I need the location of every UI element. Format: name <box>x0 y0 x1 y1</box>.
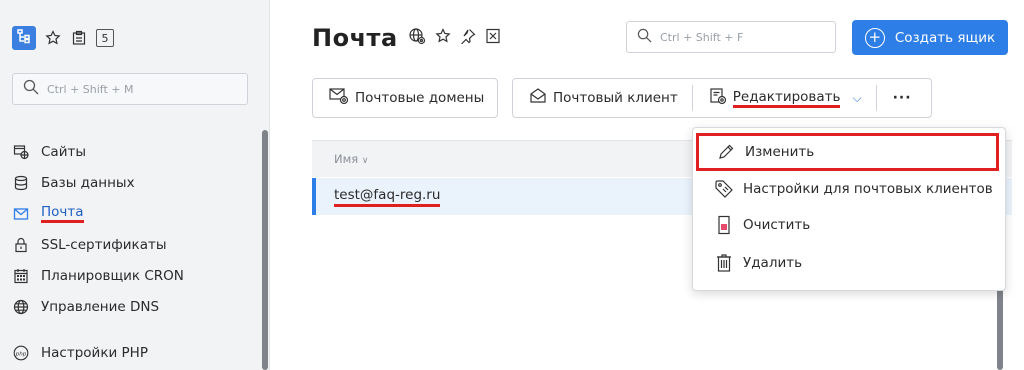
chevron-down-icon: ⌵ <box>852 90 862 105</box>
menu-item-label: Удалить <box>743 255 803 271</box>
excel-export-icon[interactable] <box>485 28 501 48</box>
title-actions <box>408 27 501 49</box>
sidebar-item-mail[interactable]: Почта <box>12 198 252 229</box>
sites-icon <box>12 143 29 160</box>
search-icon <box>637 28 652 47</box>
edit-settings-icon <box>709 87 727 109</box>
column-header-name[interactable]: Имя ∨ <box>334 152 368 166</box>
sidebar-search-input[interactable]: Ctrl + Shift + M <box>12 73 248 105</box>
edit-dropdown-button[interactable]: Редактировать ⌵ <box>693 79 876 117</box>
mail-client-label: Почтовый клиент <box>553 90 678 106</box>
calendar-icon <box>12 267 29 284</box>
sidebar-item-php[interactable]: php Настройки PHP <box>12 337 252 368</box>
php-icon: php <box>12 344 29 361</box>
menu-item-clear[interactable]: Очистить <box>693 207 1005 243</box>
sidebar-item-label: Почта <box>41 204 84 223</box>
main-search-input[interactable]: Ctrl + Shift + F <box>626 21 836 53</box>
sidebar-item-sites[interactable]: Сайты <box>12 136 252 167</box>
create-mailbox-label: Создать ящик <box>894 29 996 46</box>
globe-icon <box>12 298 29 315</box>
menu-item-edit[interactable]: Изменить <box>696 133 999 171</box>
menu-item-label: Изменить <box>745 144 815 160</box>
clipboard-icon[interactable] <box>70 29 88 47</box>
mail-client-button[interactable]: Почтовый клиент <box>513 79 692 117</box>
tree-view-button[interactable] <box>12 26 36 50</box>
sidebar-item-label: Настройки PHP <box>41 344 148 361</box>
svg-text:php: php <box>14 351 26 357</box>
column-header-label: Имя <box>334 152 359 166</box>
tree-icon <box>16 28 32 48</box>
menu-item-delete[interactable]: Удалить <box>693 245 1005 281</box>
sidebar-item-label: Управление DNS <box>41 298 160 315</box>
sidebar-item-dns[interactable]: Управление DNS <box>12 291 252 322</box>
page-title: Почта <box>312 24 398 52</box>
sidebar-scrollbar[interactable] <box>262 130 268 370</box>
plus-icon: + <box>864 27 885 48</box>
more-icon: ··· <box>892 90 912 106</box>
mailbox-email: test@faq-reg.ru <box>334 187 441 207</box>
open-tabs-count-badge[interactable]: 5 <box>96 29 114 47</box>
star-icon[interactable] <box>435 28 451 48</box>
mail-client-icon <box>529 87 547 109</box>
pencil-icon <box>715 141 737 163</box>
edit-dropdown-label: Редактировать <box>732 89 841 108</box>
menu-item-client-settings[interactable]: Настройки для почтовых клиентов <box>693 171 1005 207</box>
menu-item-label: Настройки для почтовых клиентов <box>743 181 993 197</box>
envelope-at-icon <box>329 87 349 109</box>
eraser-icon <box>713 214 735 236</box>
create-mailbox-button[interactable]: + Создать ящик <box>852 20 1008 55</box>
envelope-icon <box>12 205 29 222</box>
sidebar-item-databases[interactable]: Базы данных <box>12 167 252 198</box>
sidebar-nav: Сайты Базы данных Почта SSL-сертификаты <box>12 136 252 368</box>
search-icon <box>23 79 39 99</box>
trash-icon <box>713 252 735 274</box>
tag-icon <box>713 178 735 200</box>
sidebar-item-label: Сайты <box>41 143 86 160</box>
mail-domains-button[interactable]: Почтовые домены <box>312 78 498 118</box>
main-search-placeholder: Ctrl + Shift + F <box>660 30 744 44</box>
star-icon[interactable] <box>44 29 62 47</box>
globe-settings-icon[interactable] <box>408 27 426 49</box>
sidebar-item-label: Базы данных <box>41 174 135 191</box>
mail-domains-label: Почтовые домены <box>355 90 485 106</box>
edit-dropdown-menu: Изменить Настройки для почтовых клиентов… <box>692 127 1006 291</box>
more-actions-button[interactable]: ··· <box>877 79 926 117</box>
database-icon <box>12 174 29 191</box>
menu-item-label: Очистить <box>743 217 811 233</box>
sidebar: 5 Ctrl + Shift + M Сайты Базы данных Поч… <box>0 0 270 370</box>
action-toolbar: Почтовый клиент Редактировать ⌵ ··· <box>512 78 932 118</box>
sort-chevron-icon: ∨ <box>361 156 369 166</box>
sidebar-item-cron[interactable]: Планировщик CRON <box>12 260 252 291</box>
sidebar-item-ssl[interactable]: SSL-сертификаты <box>12 229 252 260</box>
lock-icon <box>12 236 29 253</box>
sidebar-search-placeholder: Ctrl + Shift + M <box>47 82 134 96</box>
sidebar-item-label: Планировщик CRON <box>41 267 184 284</box>
sidebar-top-toolbar: 5 <box>12 26 114 50</box>
pin-icon[interactable] <box>460 28 476 48</box>
sidebar-item-label: SSL-сертификаты <box>41 236 167 253</box>
